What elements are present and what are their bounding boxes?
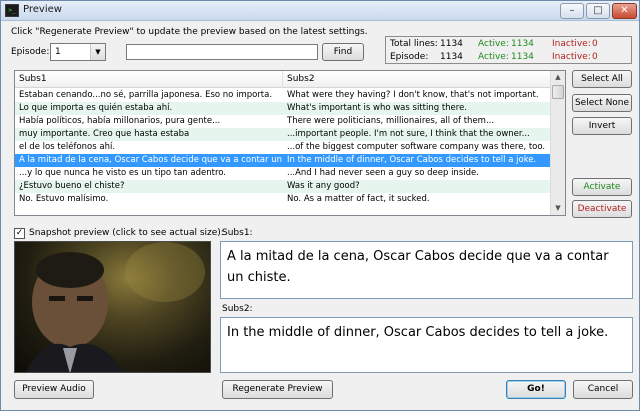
- search-input[interactable]: [126, 44, 318, 60]
- row-subs1: muy importante. Creo que hasta estaba: [19, 129, 190, 139]
- snapshot-checkbox[interactable]: ✓: [14, 228, 25, 239]
- find-button[interactable]: Find: [322, 43, 364, 61]
- inactive-total-value: 0: [592, 39, 598, 49]
- select-none-button[interactable]: Select None: [572, 94, 632, 112]
- episode-selected-value: 1: [55, 47, 61, 57]
- preview-audio-button[interactable]: Preview Audio: [14, 380, 94, 399]
- episode-lines-label: Episode:: [390, 52, 429, 62]
- scrollbar-thumb[interactable]: [552, 85, 564, 99]
- video-frame-icon: [26, 242, 205, 372]
- table-row[interactable]: Había políticos, había millonarios, pura…: [15, 115, 552, 128]
- activate-button[interactable]: Activate: [572, 178, 632, 196]
- row-subs1: Lo que importa es quién estaba ahí.: [19, 103, 173, 113]
- invert-button[interactable]: Invert: [572, 117, 632, 135]
- row-subs2: There were politicians, millionaires, al…: [287, 116, 495, 126]
- row-subs2: ...of the biggest computer software comp…: [287, 142, 546, 152]
- snapshot-preview-image[interactable]: [14, 241, 211, 373]
- row-subs2: ...important people. I'm not sure, I thi…: [287, 129, 530, 139]
- maximize-button[interactable]: □: [586, 3, 610, 19]
- inactive-total-label: Inactive:: [552, 39, 591, 49]
- table-row[interactable]: muy importante. Creo que hasta estaba ..…: [15, 128, 552, 141]
- snapshot-label: Snapshot preview (click to see actual si…: [29, 228, 224, 238]
- subtitle-list[interactable]: Subs1 Subs2 Estaban cenando...no sé, par…: [14, 70, 566, 216]
- table-row[interactable]: ¿Estuvo bueno el chiste? Was it any good…: [15, 180, 552, 193]
- active-total-label: Active:: [478, 39, 509, 49]
- column-header-subs1[interactable]: Subs1: [15, 71, 283, 88]
- terminal-app-icon: >_: [5, 4, 19, 17]
- row-subs2: In the middle of dinner, Oscar Cabos dec…: [287, 155, 537, 165]
- row-subs1: Estaban cenando...no sé, parrilla japone…: [19, 90, 273, 100]
- subs2-preview-label: Subs2:: [222, 304, 253, 314]
- row-subs2: Was it any good?: [287, 181, 360, 191]
- checkmark-icon: ✓: [15, 228, 24, 238]
- minimize-button[interactable]: –: [560, 3, 584, 19]
- maximize-icon: □: [593, 5, 603, 16]
- row-subs1: No. Estuvo malísimo.: [19, 194, 109, 204]
- row-subs2: What's important is who was sitting ther…: [287, 103, 468, 113]
- title-bar[interactable]: >_ Preview – □ ✕: [1, 1, 639, 21]
- subs1-preview-label: Subs1:: [222, 228, 253, 238]
- table-row[interactable]: No. Estuvo malísimo. No. As a matter of …: [15, 193, 552, 206]
- regenerate-preview-button[interactable]: Regenerate Preview: [222, 380, 333, 399]
- active-episode-label: Active:: [478, 52, 509, 62]
- total-lines-label: Total lines:: [390, 39, 438, 49]
- column-header-subs2[interactable]: Subs2: [283, 71, 552, 88]
- episode-select[interactable]: 1 ▼: [50, 43, 106, 61]
- row-subs1: ¿Estuvo bueno el chiste?: [19, 181, 125, 191]
- inactive-episode-label: Inactive:: [552, 52, 591, 62]
- stats-panel: Total lines: 1134 Active: 1134 Inactive:…: [385, 36, 632, 64]
- chevron-down-icon: ▼: [90, 44, 105, 60]
- scroll-down-icon[interactable]: ▼: [551, 202, 565, 215]
- close-icon: ✕: [620, 5, 629, 16]
- scroll-up-icon[interactable]: ▲: [551, 71, 565, 84]
- table-row[interactable]: ...y lo que nunca he visto es un tipo ta…: [15, 167, 552, 180]
- row-subs1: el de los teléfonos ahí.: [19, 142, 116, 152]
- table-row[interactable]: Lo que importa es quién estaba ahí. What…: [15, 102, 552, 115]
- table-row[interactable]: el de los teléfonos ahí. ...of the bigge…: [15, 141, 552, 154]
- minimize-icon: –: [569, 5, 575, 16]
- list-scrollbar[interactable]: ▲ ▼: [550, 71, 565, 215]
- close-button[interactable]: ✕: [612, 3, 637, 19]
- row-subs2: No. As a matter of fact, it sucked.: [287, 194, 430, 204]
- subs2-preview-text: In the middle of dinner, Oscar Cabos dec…: [220, 317, 633, 373]
- row-subs1: A la mitad de la cena, Oscar Cabos decid…: [19, 155, 283, 165]
- row-subs2: What were they having? I don't know, tha…: [287, 90, 539, 100]
- inactive-episode-value: 0: [592, 52, 598, 62]
- row-subs1: ...y lo que nunca he visto es un tipo ta…: [19, 168, 227, 178]
- go-button[interactable]: Go!: [506, 380, 566, 399]
- select-all-button[interactable]: Select All: [572, 70, 632, 88]
- instructions-text: Click "Regenerate Preview" to update the…: [11, 27, 368, 37]
- table-row[interactable]: Estaban cenando...no sé, parrilla japone…: [15, 89, 552, 102]
- episode-label: Episode:: [11, 47, 50, 57]
- table-row-selected[interactable]: A la mitad de la cena, Oscar Cabos decid…: [15, 154, 552, 167]
- list-header: Subs1 Subs2: [15, 71, 552, 88]
- row-subs1: Había políticos, había millonarios, pura…: [19, 116, 221, 126]
- cancel-button[interactable]: Cancel: [573, 380, 633, 399]
- active-episode-value: 1134: [511, 52, 534, 62]
- episode-lines-value: 1134: [440, 52, 463, 62]
- preview-window: >_ Preview – □ ✕ Click "Regenerate Previ…: [0, 0, 640, 411]
- window-title: Preview: [23, 4, 62, 15]
- total-lines-value: 1134: [440, 39, 463, 49]
- deactivate-button[interactable]: Deactivate: [572, 200, 632, 218]
- row-subs2: ...And I had never seen a guy so deep in…: [287, 168, 479, 178]
- subs1-preview-text: A la mitad de la cena, Oscar Cabos decid…: [220, 241, 633, 299]
- active-total-value: 1134: [511, 39, 534, 49]
